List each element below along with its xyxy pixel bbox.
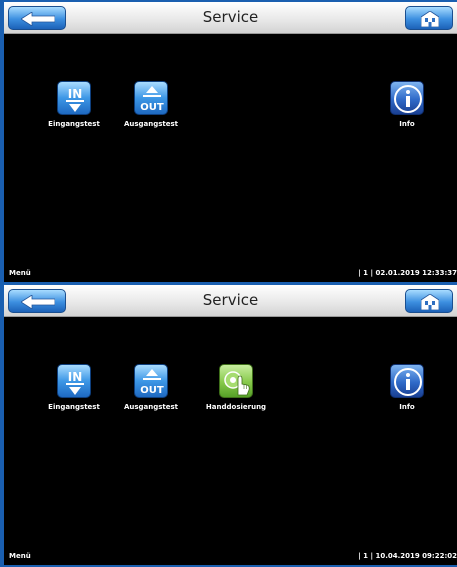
svg-text:IN: IN <box>68 87 83 101</box>
status-bar: Menü | 1 | 10.04.2019 09:22:02 <box>4 551 457 565</box>
info-icon <box>390 81 424 115</box>
tile-handdosierung[interactable]: Handdosierung <box>196 364 276 411</box>
service-screen-1: Service IN Eingangstest OUT Ausgangstest… <box>4 2 457 282</box>
datetime: 02.01.2019 12:33:37 <box>375 269 457 277</box>
tile-label: Info <box>399 120 415 128</box>
menu-label[interactable]: Menü <box>9 552 31 560</box>
datetime: 10.04.2019 09:22:02 <box>375 552 457 560</box>
status-info: | 1 | 02.01.2019 12:33:37 <box>358 269 457 277</box>
tile-label: Ausgangstest <box>123 120 179 128</box>
tile-ausgangstest[interactable]: OUT Ausgangstest <box>111 364 191 411</box>
home-button[interactable] <box>405 289 453 313</box>
home-icon <box>421 11 439 27</box>
status-bar: Menü | 1 | 02.01.2019 12:33:37 <box>4 268 457 282</box>
tile-label: Info <box>399 403 415 411</box>
output-out-icon: OUT <box>134 81 168 115</box>
tile-label: Ausgangstest <box>123 403 179 411</box>
header-bar: Service <box>4 2 457 34</box>
svg-text:OUT: OUT <box>140 102 164 113</box>
tile-label: Eingangstest <box>48 403 100 411</box>
home-icon <box>421 294 439 310</box>
page-title: Service <box>202 291 259 309</box>
page-indicator: | 1 | <box>358 269 374 277</box>
header-bar: Service <box>4 285 457 317</box>
page-title: Service <box>202 8 259 26</box>
svg-text:OUT: OUT <box>140 385 164 396</box>
hand-dosing-icon <box>219 364 253 398</box>
menu-label[interactable]: Menü <box>9 269 31 277</box>
info-icon <box>390 364 424 398</box>
tile-info[interactable]: Info <box>367 81 447 128</box>
tile-eingangstest[interactable]: IN Eingangstest <box>34 364 114 411</box>
input-in-icon: IN <box>57 364 91 398</box>
tile-label: Eingangstest <box>48 120 100 128</box>
tile-label: Handdosierung <box>205 403 267 411</box>
page-indicator: | 1 | <box>358 552 374 560</box>
home-button[interactable] <box>405 6 453 30</box>
input-in-icon: IN <box>57 81 91 115</box>
tile-info[interactable]: Info <box>367 364 447 411</box>
tile-eingangstest[interactable]: IN Eingangstest <box>34 81 114 128</box>
status-info: | 1 | 10.04.2019 09:22:02 <box>358 552 457 560</box>
tile-ausgangstest[interactable]: OUT Ausgangstest <box>111 81 191 128</box>
output-out-icon: OUT <box>134 364 168 398</box>
svg-text:IN: IN <box>68 370 83 384</box>
service-screen-2: Service IN Eingangstest OUT Ausgangstest… <box>4 285 457 565</box>
